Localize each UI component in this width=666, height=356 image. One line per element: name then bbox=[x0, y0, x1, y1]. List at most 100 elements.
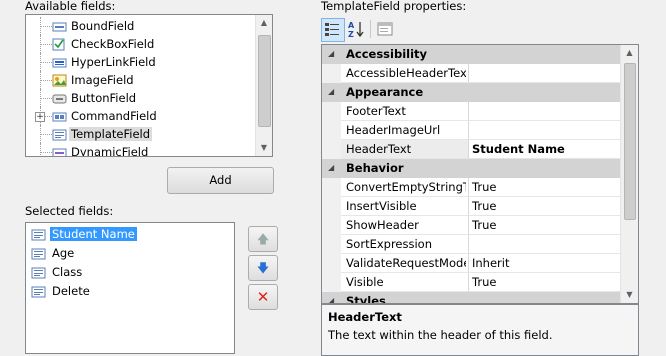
available-field-item[interactable]: ImageField bbox=[26, 71, 256, 89]
collapse-triangle-icon[interactable]: ◢ bbox=[328, 87, 334, 96]
property-value[interactable]: Inherit bbox=[472, 256, 509, 270]
tree-line bbox=[40, 143, 41, 156]
collapse-triangle-icon[interactable]: ◢ bbox=[328, 49, 334, 58]
categorized-button[interactable] bbox=[321, 18, 345, 42]
column-divider[interactable] bbox=[468, 273, 469, 292]
column-divider[interactable] bbox=[468, 216, 469, 235]
column-divider[interactable] bbox=[468, 235, 469, 254]
available-field-item[interactable]: ButtonField bbox=[26, 89, 256, 107]
property-description-panel: HeaderText The text within the header of… bbox=[321, 304, 639, 356]
available-field-label: ImageField bbox=[71, 73, 134, 87]
property-gutter bbox=[322, 140, 341, 159]
property-value[interactable]: True bbox=[472, 180, 496, 194]
property-grid[interactable]: ◢ Accessibility AccessibleHeaderText ◢ Appea… bbox=[321, 44, 639, 304]
collapse-triangle-icon[interactable]: ◢ bbox=[328, 296, 334, 303]
collapse-triangle-icon[interactable]: ◢ bbox=[328, 163, 334, 172]
available-field-label: CheckBoxField bbox=[71, 37, 155, 51]
property-row[interactable]: ShowHeader True bbox=[322, 216, 621, 235]
checkboxfield-icon bbox=[52, 37, 67, 51]
scroll-down-arrow-icon[interactable]: ▼ bbox=[256, 140, 272, 156]
scroll-up-arrow-icon[interactable]: ▲ bbox=[621, 45, 638, 61]
property-row[interactable]: ValidateRequestMode Inherit bbox=[322, 254, 621, 273]
available-field-label: HyperLinkField bbox=[71, 55, 156, 69]
property-pages-button[interactable] bbox=[374, 18, 398, 42]
property-category[interactable]: ◢ Styles bbox=[322, 292, 621, 303]
property-category[interactable]: ◢ Behavior bbox=[322, 159, 621, 178]
property-value[interactable]: True bbox=[472, 218, 496, 232]
property-description-text: The text within the header of this field… bbox=[328, 328, 553, 342]
property-gutter bbox=[322, 273, 341, 292]
templatefield-icon bbox=[31, 284, 46, 298]
toolbar-separator bbox=[370, 20, 371, 38]
property-row[interactable]: FooterText bbox=[322, 102, 621, 121]
selected-field-label: Student Name bbox=[50, 227, 137, 241]
available-field-item[interactable]: BoundField bbox=[26, 17, 256, 35]
buttonfield-icon bbox=[52, 91, 67, 105]
property-gutter bbox=[322, 178, 341, 197]
property-category-label: Behavior bbox=[346, 161, 404, 175]
property-category[interactable]: ◢ Appearance bbox=[322, 83, 621, 102]
selected-fields-list[interactable]: Student Name Age Class Delete bbox=[25, 222, 235, 354]
templatefield-icon bbox=[31, 227, 46, 241]
expand-plus-icon[interactable]: + bbox=[35, 112, 45, 122]
column-divider[interactable] bbox=[468, 121, 469, 140]
column-divider[interactable] bbox=[468, 197, 469, 216]
column-divider[interactable] bbox=[468, 254, 469, 273]
property-category-label: Appearance bbox=[346, 85, 424, 99]
property-name: InsertVisible bbox=[346, 199, 417, 213]
property-row[interactable]: HeaderImageUrl bbox=[322, 121, 621, 140]
available-field-item[interactable]: TemplateField bbox=[26, 125, 256, 143]
available-field-label: TemplateField bbox=[69, 127, 153, 141]
property-grid-scrollbar[interactable]: ▲ ▼ bbox=[620, 45, 638, 303]
scroll-thumb[interactable] bbox=[624, 63, 636, 220]
column-divider[interactable] bbox=[468, 178, 469, 197]
alphabetical-button[interactable]: A Z bbox=[345, 18, 369, 42]
property-row[interactable]: HeaderText Student Name bbox=[322, 140, 621, 159]
selected-fields-label: Selected fields: bbox=[25, 204, 114, 218]
column-divider[interactable] bbox=[468, 64, 469, 83]
property-name: AccessibleHeaderText bbox=[346, 66, 466, 80]
column-divider[interactable] bbox=[468, 102, 469, 121]
property-row[interactable]: AccessibleHeaderText bbox=[322, 64, 621, 83]
available-field-item[interactable]: CheckBoxField bbox=[26, 35, 256, 53]
property-category-label: Accessibility bbox=[346, 47, 428, 61]
property-value[interactable]: True bbox=[472, 275, 496, 289]
categorized-icon bbox=[325, 23, 339, 36]
alphabetical-sort-icon: A Z bbox=[348, 21, 364, 39]
available-fields-tree[interactable]: BoundField CheckBoxField HyperLinkField Ima… bbox=[25, 14, 273, 157]
scroll-thumb[interactable] bbox=[258, 35, 271, 127]
move-up-button[interactable]: 🡅 bbox=[248, 226, 278, 252]
scroll-up-arrow-icon[interactable]: ▲ bbox=[256, 15, 272, 31]
property-row[interactable]: SortExpression bbox=[322, 235, 621, 254]
property-name: ValidateRequestMode bbox=[346, 256, 466, 270]
property-row[interactable]: ConvertEmptyStringTo True bbox=[322, 178, 621, 197]
delete-button[interactable]: ✕ bbox=[248, 284, 278, 310]
property-gutter bbox=[322, 121, 341, 140]
available-field-label: CommandField bbox=[71, 109, 157, 123]
move-down-icon: 🡇 bbox=[256, 261, 270, 275]
property-name: HeaderText bbox=[346, 142, 412, 156]
available-field-item[interactable]: DynamicField bbox=[26, 143, 256, 157]
properties-label: TemplateField properties: bbox=[321, 0, 467, 13]
selected-field-label: Class bbox=[52, 265, 83, 279]
property-row[interactable]: Visible True bbox=[322, 273, 621, 292]
available-fields-scrollbar[interactable]: ▲ ▼ bbox=[255, 15, 272, 156]
property-gutter bbox=[322, 254, 341, 273]
available-field-label: DynamicField bbox=[71, 145, 149, 157]
property-value[interactable]: Student Name bbox=[469, 140, 621, 159]
property-description-title: HeaderText bbox=[328, 310, 402, 324]
property-row[interactable]: InsertVisible True bbox=[322, 197, 621, 216]
property-category[interactable]: ◢ Accessibility bbox=[322, 45, 621, 64]
svg-text:Z: Z bbox=[348, 30, 354, 39]
property-name: Visible bbox=[346, 275, 384, 289]
delete-icon: ✕ bbox=[256, 288, 270, 306]
available-field-item[interactable]: + CommandField bbox=[26, 107, 256, 125]
property-name: ShowHeader bbox=[346, 218, 419, 232]
available-field-item[interactable]: HyperLinkField bbox=[26, 53, 256, 71]
scroll-down-arrow-icon[interactable]: ▼ bbox=[621, 287, 638, 303]
selected-field-label: Delete bbox=[52, 284, 90, 298]
move-down-button[interactable]: 🡇 bbox=[248, 255, 278, 281]
property-value[interactable]: True bbox=[472, 199, 496, 213]
property-pages-icon bbox=[377, 22, 393, 36]
add-button[interactable]: Add bbox=[167, 167, 274, 194]
